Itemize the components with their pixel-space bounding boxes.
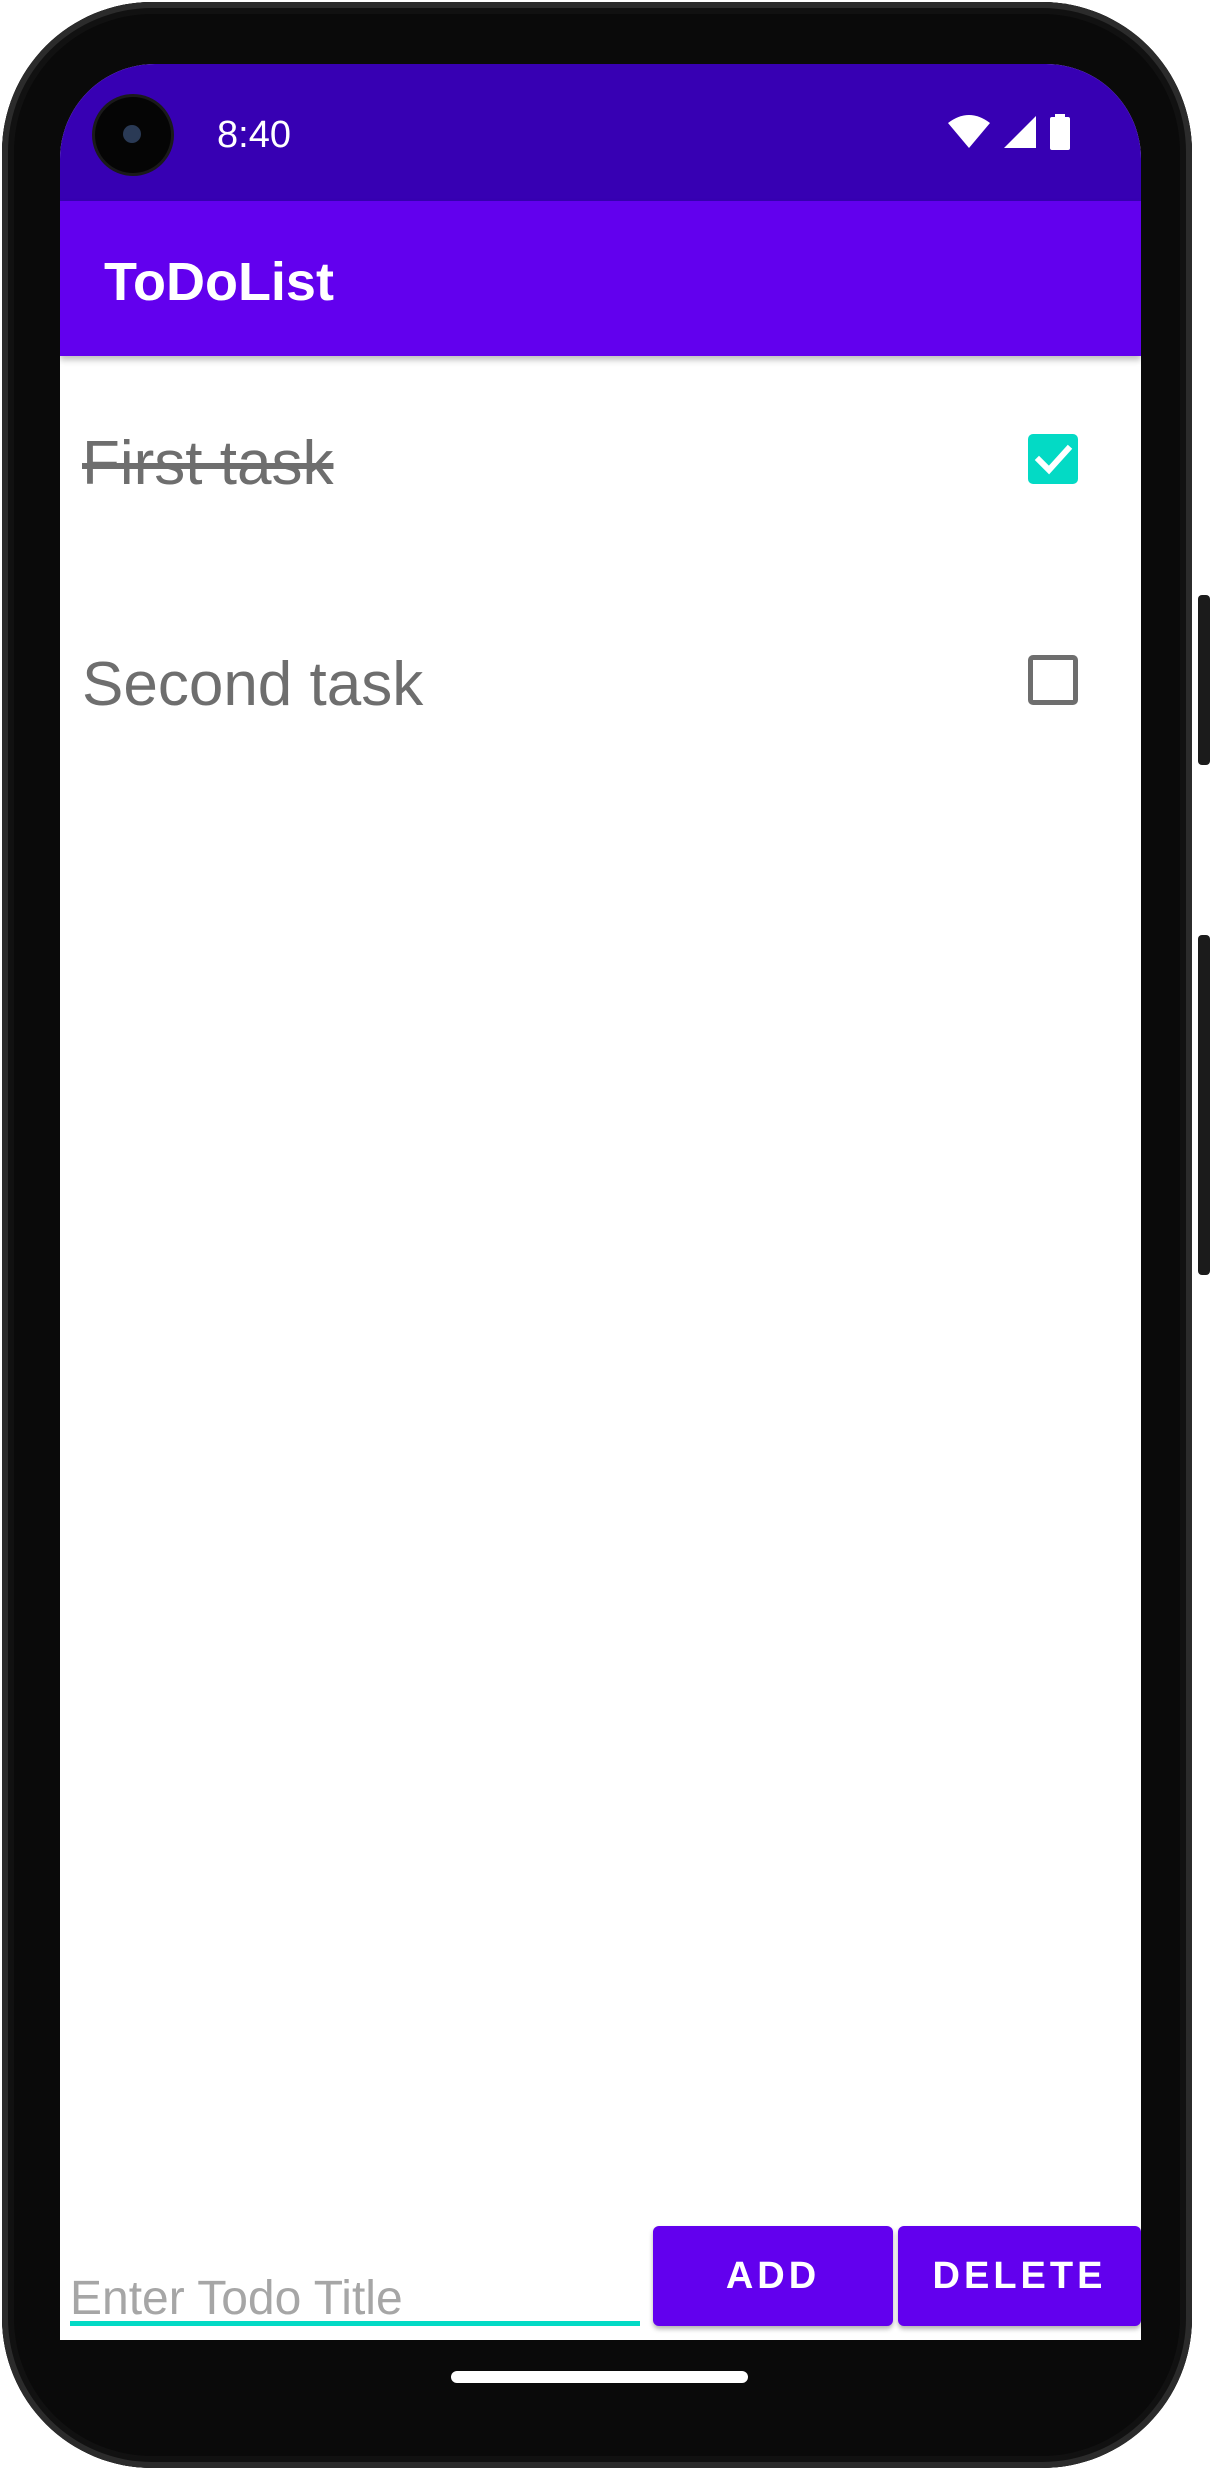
power-button xyxy=(1198,595,1210,765)
status-bar: 8:40 xyxy=(60,64,1141,201)
todo-title-input[interactable] xyxy=(70,2226,640,2326)
status-clock: 8:40 xyxy=(217,114,291,156)
task-title: First task xyxy=(82,429,334,498)
task-checkbox-unchecked[interactable] xyxy=(1028,655,1078,705)
task-list: First task Second task xyxy=(60,356,1141,798)
task-title: Second task xyxy=(82,650,424,719)
device-screen: 8:40 ToDoList First task Second task Ent… xyxy=(60,64,1141,2340)
wifi-icon xyxy=(948,115,990,148)
home-indicator[interactable] xyxy=(451,2371,748,2383)
front-camera xyxy=(95,97,171,173)
add-button[interactable]: ADD xyxy=(653,2226,893,2326)
task-checkbox-checked[interactable] xyxy=(1028,434,1078,484)
app-title: ToDoList xyxy=(104,252,334,312)
battery-icon xyxy=(1050,114,1070,150)
volume-button xyxy=(1198,935,1210,1275)
task-row: Second task xyxy=(60,577,1141,798)
delete-button[interactable]: DELETE xyxy=(898,2226,1141,2326)
status-icons xyxy=(947,114,1071,150)
app-bar: ToDoList xyxy=(60,201,1141,356)
cellular-signal-icon xyxy=(1004,116,1036,148)
bottom-input-bar: ADD DELETE xyxy=(60,2226,1141,2340)
checkmark-icon xyxy=(1034,444,1073,475)
task-row: First task xyxy=(60,356,1141,577)
